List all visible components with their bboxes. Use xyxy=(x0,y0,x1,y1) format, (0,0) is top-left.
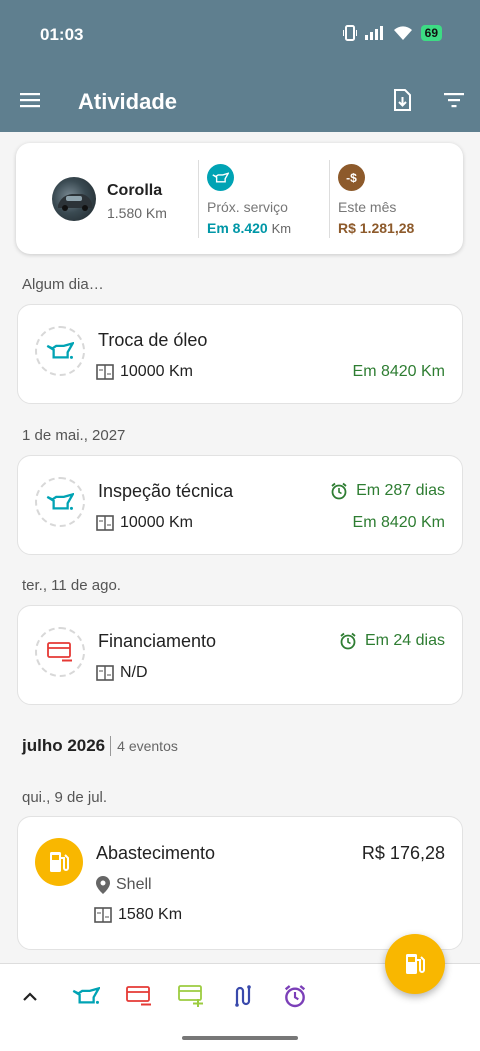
odometer-row: 10000 Km xyxy=(96,363,193,381)
vehicle-avatar[interactable] xyxy=(52,177,96,221)
odometer-row: N/D xyxy=(96,664,148,682)
this-month-label: Este mês xyxy=(338,199,397,215)
add-reminder-icon[interactable] xyxy=(281,984,309,1008)
add-route-icon[interactable] xyxy=(229,984,257,1008)
due-days: Em 287 dias xyxy=(330,482,445,500)
odometer-icon xyxy=(96,364,114,380)
vibrate-icon xyxy=(342,25,357,41)
event-title: Financiamento xyxy=(98,631,217,651)
expand-up-icon[interactable] xyxy=(16,984,44,1008)
status-icons: 69 xyxy=(342,25,442,41)
location-pin-icon xyxy=(96,876,110,894)
odometer-icon xyxy=(94,907,112,923)
event-title: Troca de óleo xyxy=(98,330,208,350)
expense-icon: -$ xyxy=(338,164,365,191)
date-header: ter., 11 de ago. xyxy=(22,577,121,594)
fuel-pump-icon xyxy=(35,838,83,886)
home-indicator[interactable] xyxy=(182,1036,298,1040)
date-header: Algum dia… xyxy=(22,276,104,293)
divider xyxy=(110,736,112,756)
add-expense-icon[interactable] xyxy=(125,984,153,1008)
event-title: Abastecimento xyxy=(96,843,216,863)
refuel-amount: R$ 176,28 xyxy=(361,843,445,863)
oil-can-icon xyxy=(35,326,85,376)
add-service-icon[interactable] xyxy=(72,984,100,1008)
this-month-value: R$ 1.281,28 xyxy=(338,220,415,236)
event-card-refuel[interactable]: Abastecimento R$ 176,28 Shell 1580 Km xyxy=(17,816,463,950)
download-report-icon[interactable] xyxy=(390,88,414,112)
month-header: julho 2026 4 eventos xyxy=(22,736,178,756)
event-count: 4 eventos xyxy=(117,738,178,754)
odometer-icon xyxy=(96,515,114,531)
event-card-inspection[interactable]: Inspeção técnica Em 287 dias 10000 Km Em… xyxy=(17,455,463,555)
alarm-icon xyxy=(331,482,347,500)
odometer-row: 1580 Km xyxy=(94,906,182,924)
summary-card[interactable]: Corolla 1.580 Km Próx. serviço Em 8.420 … xyxy=(16,143,463,254)
due-km: Em 8420 Km xyxy=(352,514,445,531)
next-service-value: Em 8.420 Km xyxy=(207,220,292,236)
filter-icon[interactable] xyxy=(442,88,466,112)
clock: 01:03 xyxy=(40,25,84,44)
date-header: qui., 9 de jul. xyxy=(22,789,108,806)
month-title: julho 2026 xyxy=(22,736,106,755)
vehicle-odometer: 1.580 Km xyxy=(107,205,167,221)
oil-can-icon xyxy=(35,477,85,527)
divider xyxy=(329,160,330,238)
battery-indicator: 69 xyxy=(420,25,442,41)
fuel-pump-icon xyxy=(406,954,425,974)
due-km: Em 8420 Km xyxy=(352,363,445,380)
status-bar: 01:03 69 xyxy=(0,0,480,68)
odometer-row: 10000 Km xyxy=(96,514,193,532)
event-card-financing[interactable]: Financiamento Em 24 dias N/D xyxy=(17,605,463,705)
menu-icon[interactable] xyxy=(18,88,42,112)
signal-icon xyxy=(364,26,383,40)
wifi-icon xyxy=(393,25,412,40)
event-card-oil-change[interactable]: Troca de óleo 10000 Km Em 8420 Km xyxy=(17,304,463,404)
card-minus-icon xyxy=(35,627,85,677)
divider xyxy=(198,160,199,238)
event-title: Inspeção técnica xyxy=(98,481,234,501)
page-title: Atividade xyxy=(78,89,178,114)
odometer-icon xyxy=(96,665,114,681)
add-income-icon[interactable] xyxy=(177,984,205,1008)
station-row: Shell xyxy=(96,876,152,894)
vehicle-name: Corolla xyxy=(107,182,163,199)
alarm-icon xyxy=(340,632,356,650)
next-service-label: Próx. serviço xyxy=(207,199,288,215)
oil-can-icon xyxy=(207,164,234,191)
due-days: Em 24 dias xyxy=(339,632,445,650)
add-refuel-fab[interactable] xyxy=(385,934,445,994)
date-header: 1 de mai., 2027 xyxy=(22,427,126,444)
app-bar: Atividade xyxy=(0,68,480,132)
